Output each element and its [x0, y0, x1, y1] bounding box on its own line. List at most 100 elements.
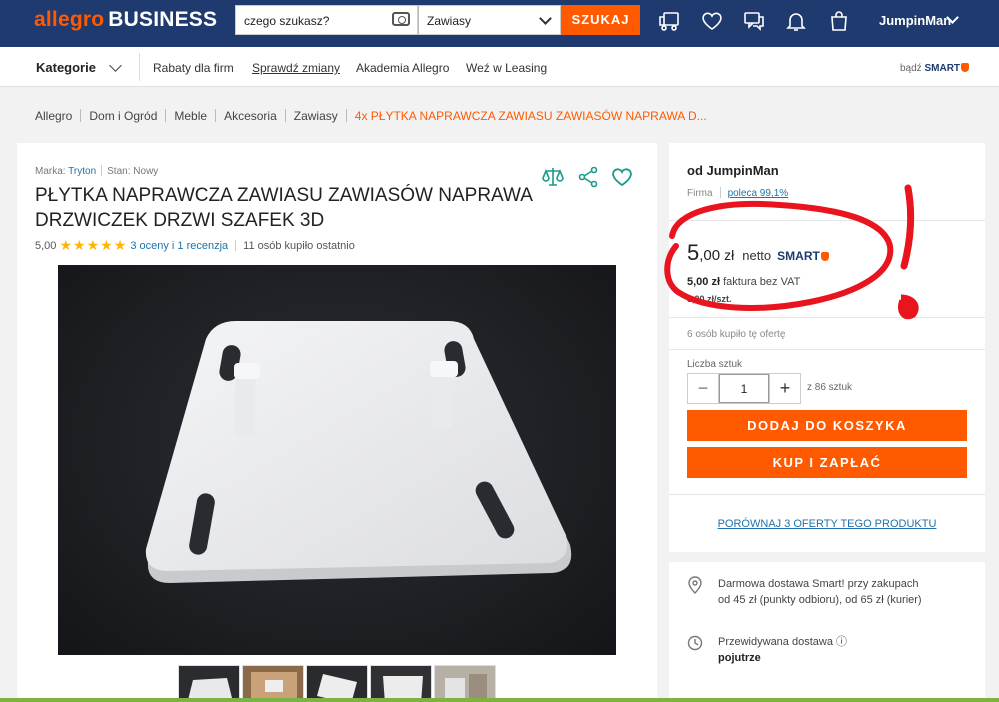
price: 5,00 zł netto SMART — [687, 240, 829, 266]
chat-icon[interactable] — [742, 9, 766, 33]
breadcrumb-item[interactable]: Akcesoria — [224, 109, 277, 123]
divider — [669, 220, 985, 221]
ratings-link[interactable]: 3 oceny i 1 recenzja — [130, 240, 228, 252]
breadcrumb-current: 4x PŁYTKA NAPRAWCZA ZAWIASU ZAWIASÓW NAP… — [354, 109, 707, 123]
expected-delivery: Przewidywana dostawa ⓘ pojutrze — [718, 634, 847, 666]
top-bar: allegro BUSINESS czego szukasz? Zawiasy S… — [0, 0, 999, 47]
thumbnail[interactable] — [242, 665, 304, 702]
camera-icon[interactable] — [392, 12, 410, 26]
nav-link-rabaty[interactable]: Rabaty dla firm — [153, 61, 234, 75]
quantity-increase-button[interactable]: + — [769, 374, 800, 403]
meta-divider — [101, 165, 103, 176]
add-to-cart-button[interactable]: DODAJ DO KOSZYKA — [687, 410, 967, 441]
smart-bag-icon — [820, 252, 829, 261]
smart-bag-icon — [961, 63, 970, 72]
allegro-business-logo[interactable]: allegro BUSINESS — [34, 8, 217, 32]
product-panel: Marka: Tryton Stan: Nowy PŁYTKA NAPRAWCZA… — [17, 143, 657, 702]
price-integer: 5 — [687, 240, 700, 265]
heart-icon[interactable] — [700, 9, 724, 33]
quantity-input[interactable]: 1 — [719, 374, 769, 403]
smart-promo[interactable]: bądź SMART — [900, 63, 970, 74]
breadcrumb-separator — [215, 109, 217, 122]
quantity-decrease-button[interactable]: − — [688, 374, 719, 403]
truck-icon[interactable] — [657, 9, 681, 33]
user-menu[interactable]: JumpinMan — [879, 13, 951, 28]
thumbnail[interactable] — [306, 665, 368, 702]
page-bottom-border — [0, 698, 999, 702]
heart-icon[interactable] — [610, 165, 634, 189]
seller-name[interactable]: od JumpinMan — [687, 163, 779, 178]
smart-badge-label: SMART — [777, 249, 820, 263]
meta-divider — [719, 187, 721, 198]
breadcrumb-separator — [345, 109, 347, 122]
smart-badge: SMART — [777, 249, 829, 263]
clock-icon — [687, 635, 703, 651]
chevron-down-icon[interactable] — [109, 59, 122, 72]
brand-label: Marka: — [35, 166, 66, 177]
condition-label: Stan: — [107, 166, 131, 177]
category-select-value: Zawiasy — [427, 14, 472, 28]
expected-delivery-label: Przewidywana dostawa — [718, 636, 833, 648]
breadcrumb-item[interactable]: Meble — [174, 109, 207, 123]
bell-icon[interactable] — [784, 9, 808, 33]
breadcrumb-item[interactable]: Dom i Ogród — [89, 109, 157, 123]
breadcrumb-separator — [80, 109, 82, 122]
free-delivery-info: Darmowa dostawa Smart! przy zakupach od … — [718, 576, 922, 608]
free-delivery-line: Darmowa dostawa Smart! przy zakupach — [718, 578, 919, 590]
expected-delivery-value: pojutrze — [718, 652, 761, 664]
thumbnail[interactable] — [434, 665, 496, 702]
divider — [669, 494, 985, 495]
categories-menu[interactable]: Kategorie — [36, 60, 96, 75]
search-button[interactable]: SZUKAJ — [561, 5, 640, 35]
rating-value: 5,00 — [35, 240, 57, 252]
vat-amount: 5,00 zł — [687, 276, 721, 288]
breadcrumb-item[interactable]: Allegro — [35, 109, 72, 123]
quantity-available: z 86 sztuk — [807, 382, 853, 393]
buy-now-button[interactable]: KUP I ZAPŁAĆ — [687, 447, 967, 478]
breadcrumb-separator — [165, 109, 167, 122]
quantity-stepper: − 1 + — [687, 373, 801, 404]
smart-promo-prefix: bądź — [900, 63, 922, 74]
offer-panel: od JumpinMan Firma poleca 99,1% 5,00 zł net… — [669, 143, 985, 552]
price-currency: zł — [724, 247, 735, 263]
product-image[interactable] — [58, 265, 616, 655]
rating-stars: ★★★★★ — [59, 237, 128, 253]
vat-label: faktura bez VAT — [723, 276, 801, 288]
breadcrumb: Allegro Dom i Ogród Meble Akcesoria Zawiasy 4… — [35, 109, 707, 123]
thumbnail[interactable] — [178, 665, 240, 702]
thumbnail[interactable] — [370, 665, 432, 702]
logo-product: BUSINESS — [108, 8, 218, 31]
nav-link-akademia[interactable]: Akademia Allegro — [356, 61, 449, 75]
seller-meta: Firma poleca 99,1% — [687, 187, 788, 199]
divider — [669, 349, 985, 350]
recommend-link[interactable]: poleca 99,1% — [728, 188, 789, 199]
price-netto: netto — [742, 248, 772, 263]
info-icon[interactable]: ⓘ — [836, 636, 847, 648]
product-photo-plate — [145, 321, 572, 583]
share-icon[interactable] — [576, 165, 600, 189]
smart-promo-label: SMART — [924, 63, 961, 74]
location-pin-icon — [688, 576, 702, 594]
brand-link[interactable]: Tryton — [68, 166, 96, 177]
category-select[interactable]: Zawiasy — [418, 5, 561, 35]
nav-link-leasing[interactable]: Weź w Leasing — [466, 61, 547, 75]
rating-divider — [235, 240, 237, 251]
condition-value: Nowy — [133, 166, 159, 177]
unit-price: 5,00 zł/szt. — [687, 294, 732, 304]
seller-type: Firma — [687, 188, 713, 199]
breadcrumb-item[interactable]: Zawiasy — [294, 109, 338, 123]
nav-divider — [139, 53, 140, 81]
logo-brand: allegro — [34, 8, 105, 31]
bought-offer: 6 osób kupiło tę ofertę — [687, 329, 786, 340]
vat-info: 5,00 zł faktura bez VAT — [687, 276, 800, 288]
secondary-nav: Kategorie Rabaty dla firm Sprawdź zmiany… — [0, 47, 999, 87]
compare-offers-link[interactable]: PORÓWNAJ 3 OFERTY TEGO PRODUKTU — [669, 518, 985, 530]
product-meta: Marka: Tryton Stan: Nowy — [35, 165, 158, 177]
nav-link-sprawdz-zmiany[interactable]: Sprawdź zmiany — [252, 61, 340, 75]
breadcrumb-separator — [284, 109, 286, 122]
divider — [669, 317, 985, 318]
chevron-down-icon — [539, 12, 552, 25]
quantity-label: Liczba sztuk — [687, 359, 743, 370]
search-input[interactable]: czego szukasz? — [235, 5, 418, 35]
cart-icon[interactable] — [827, 9, 851, 33]
